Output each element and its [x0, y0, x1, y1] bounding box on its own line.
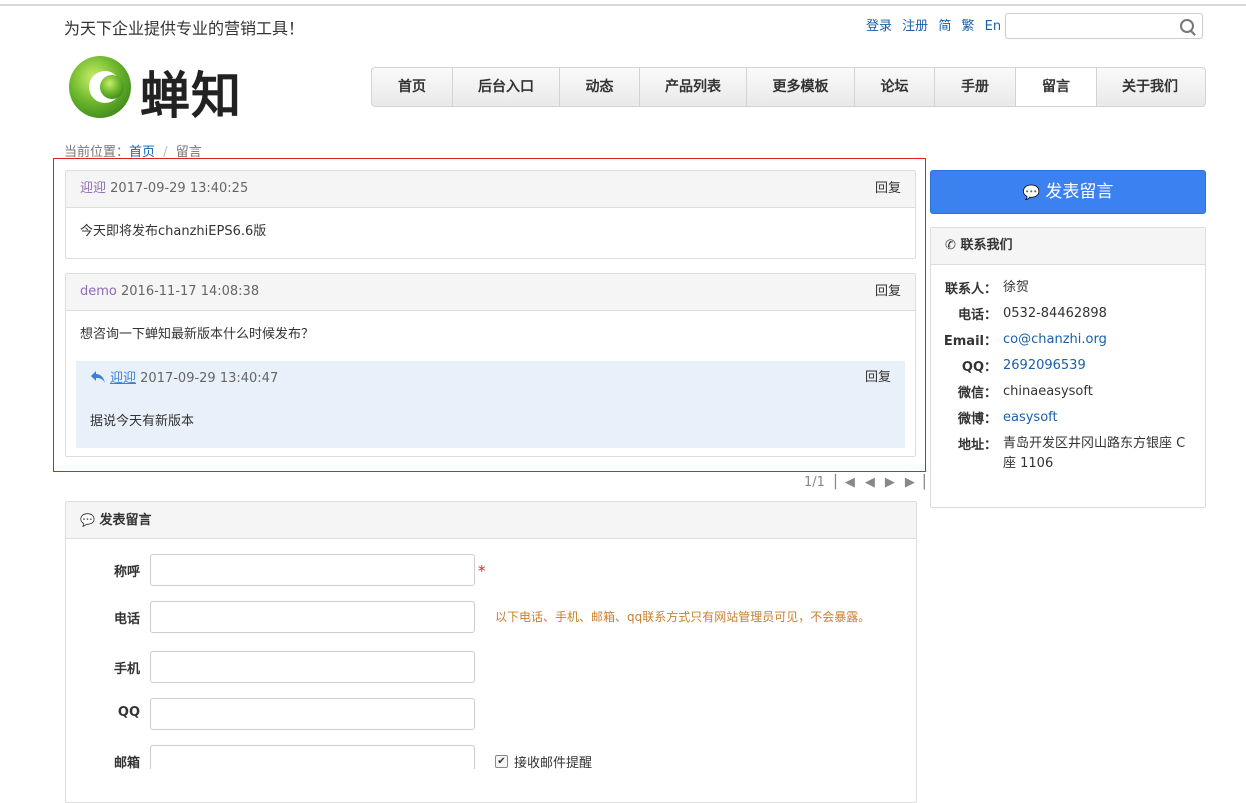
message-item: demo 2016-11-17 14:08:38 回复 想咨询一下蝉知最新版本什… [65, 273, 916, 457]
name-field[interactable] [150, 554, 475, 586]
contact-value: 0532-84462898 [1003, 306, 1107, 321]
contact-value: chinaeasysoft [1003, 384, 1093, 399]
message-content: 想咨询一下蝉知最新版本什么时候发布？ [80, 327, 315, 342]
first-page-icon[interactable]: ▏◀ [835, 475, 855, 490]
main-nav: 首页 后台入口 动态 产品列表 更多模板 论坛 手册 留言 关于我们 [371, 67, 1206, 107]
email-link[interactable]: co@chanzhi.org [1003, 330, 1193, 350]
nav-item-admin[interactable]: 后台入口 [453, 68, 560, 106]
search-icon[interactable] [1180, 19, 1194, 33]
phone-field[interactable] [150, 601, 475, 633]
nav-item-templates[interactable]: 更多模板 [747, 68, 855, 106]
logo-text: 蝉知 [140, 67, 242, 125]
privacy-hint: 以下电话、手机、邮箱、qq联系方式只有网站管理员可见，不会暴露。 [495, 610, 871, 624]
email-notify-checkbox[interactable]: ✔ 接收邮件提醒 [495, 752, 592, 771]
contact-key: 地址： [957, 438, 997, 453]
contact-header: ✆ 联系我们 [931, 228, 1205, 265]
post-message-label: 发表留言 [1045, 182, 1114, 202]
page-indicator: 1/1 [804, 475, 825, 490]
top-border [0, 4, 1246, 6]
message-author[interactable]: demo [80, 284, 117, 299]
comment-icon: 💬 [1022, 185, 1041, 201]
qq-link[interactable]: 2692096539 [1003, 356, 1193, 376]
contact-key: 联系人： [944, 282, 997, 297]
contact-key: 微博： [957, 412, 997, 427]
form-header: 💬 发表留言 [66, 502, 916, 539]
nav-item-news[interactable]: 动态 [560, 68, 640, 106]
contact-key: 微信： [957, 386, 997, 401]
message-time: 2016-11-17 14:08:38 [121, 284, 260, 299]
nav-item-products[interactable]: 产品列表 [640, 68, 747, 106]
phone-icon: ✆ [945, 238, 956, 253]
post-message-button[interactable]: 💬 发表留言 [930, 170, 1206, 214]
email-notify-label: 接收邮件提醒 [514, 756, 593, 771]
field-label: 称呼 [113, 565, 140, 580]
contact-title: 联系我们 [960, 238, 1013, 253]
contact-value: 青岛开发区井冈山路东方银座 C座 1106 [1003, 436, 1186, 471]
next-page-icon[interactable]: ▶ [885, 475, 895, 490]
contact-key: Email： [943, 334, 997, 349]
qq-field[interactable] [150, 698, 475, 730]
top-links: 登录 注册 简 繁 En [866, 15, 1007, 34]
form-title: 发表留言 [99, 513, 152, 528]
reply-item: 迎迎 2017-09-29 13:40:47 回复 据说今天有新版本 [76, 361, 905, 448]
reply-button[interactable]: 回复 [875, 274, 901, 310]
nav-item-about[interactable]: 关于我们 [1097, 68, 1203, 106]
weibo-link[interactable]: easysoft [1003, 408, 1193, 428]
nav-item-message[interactable]: 留言 [1016, 68, 1097, 106]
lang-simplified-link[interactable]: 简 [938, 19, 951, 34]
mobile-field[interactable] [150, 651, 475, 683]
reply-arrow-icon [91, 371, 105, 383]
prev-page-icon[interactable]: ◀ [865, 475, 875, 490]
nav-item-home[interactable]: 首页 [372, 68, 453, 106]
contact-key: 电话： [957, 308, 997, 323]
comment-icon: 💬 [80, 513, 95, 527]
message-header: 迎迎 2017-09-29 13:40:25 回复 [66, 171, 915, 208]
message-content: 今天即将发布chanzhiEPS6.6版 [80, 224, 267, 239]
field-label: QQ [117, 705, 140, 720]
reply-button[interactable]: 回复 [865, 370, 891, 386]
contact-value: 徐贺 [1003, 280, 1030, 295]
message-header: demo 2016-11-17 14:08:38 回复 [66, 274, 915, 311]
site-logo[interactable]: 蝉知 [68, 54, 264, 125]
field-label: 邮箱 [113, 756, 140, 771]
login-link[interactable]: 登录 [866, 19, 892, 34]
contact-key: QQ： [961, 360, 997, 375]
contact-panel: ✆ 联系我们 联系人： 徐贺 电话： 0532-84462898 Email： … [930, 227, 1206, 508]
field-label: 电话 [113, 612, 140, 627]
nav-item-forum[interactable]: 论坛 [855, 68, 935, 106]
nav-item-manual[interactable]: 手册 [935, 68, 1016, 106]
site-slogan: 为天下企业提供专业的营销工具！ [64, 19, 305, 38]
last-page-icon[interactable]: ▶▕ [905, 475, 925, 490]
lang-traditional-link[interactable]: 繁 [961, 19, 974, 34]
checkbox-checked-icon[interactable]: ✔ [495, 755, 508, 768]
search-input[interactable] [1005, 13, 1203, 39]
reply-author[interactable]: 迎迎 [110, 371, 136, 386]
email-field[interactable] [150, 745, 475, 769]
message-author[interactable]: 迎迎 [80, 181, 106, 196]
reply-content: 据说今天有新版本 [90, 414, 195, 429]
lang-english-link[interactable]: En [985, 19, 1001, 34]
reply-header: 迎迎 2017-09-29 13:40:47 [90, 370, 278, 387]
field-label: 手机 [113, 662, 140, 677]
message-time: 2017-09-29 13:40:25 [110, 181, 249, 196]
register-link[interactable]: 注册 [902, 19, 928, 34]
required-mark: * [478, 562, 486, 580]
message-item: 迎迎 2017-09-29 13:40:25 回复 今天即将发布chanzhiE… [65, 170, 916, 259]
reply-time: 2017-09-29 13:40:47 [140, 371, 279, 386]
reply-button[interactable]: 回复 [875, 171, 901, 207]
pagination: 1/1 ▏◀ ◀ ▶ ▶▕ [804, 475, 925, 490]
